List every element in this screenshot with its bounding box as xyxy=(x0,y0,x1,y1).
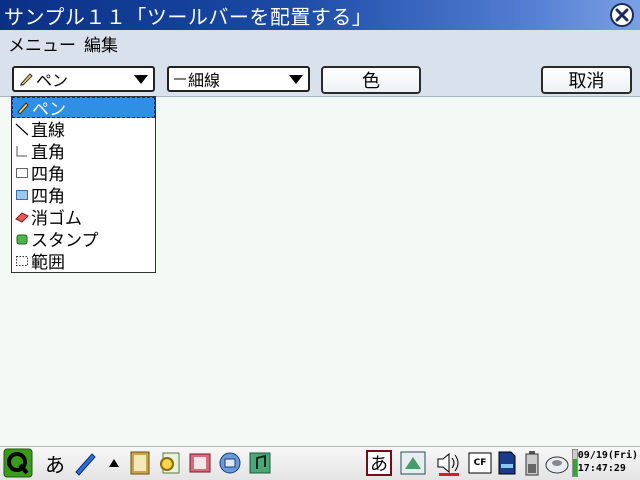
battery-indicator[interactable] xyxy=(521,449,543,477)
line-select[interactable]: 細線 xyxy=(167,66,310,92)
triangle-up-icon xyxy=(109,459,119,467)
menu-item-menu[interactable]: メニュー xyxy=(8,31,76,56)
tool-select-value: ペン xyxy=(36,71,69,90)
eraser-icon xyxy=(15,211,29,223)
volume-button[interactable] xyxy=(434,449,464,477)
close-icon xyxy=(615,8,629,22)
list-item-pen[interactable]: ペン xyxy=(12,97,155,120)
clock-date: 09/19(Fri) xyxy=(577,450,638,461)
ime-indicator[interactable]: あ xyxy=(43,449,67,477)
network-icon xyxy=(219,452,241,474)
connection-status-button[interactable] xyxy=(543,449,571,477)
cf-card-label: CF xyxy=(473,458,487,468)
line-icon xyxy=(15,123,29,135)
pen-icon xyxy=(75,453,96,476)
clock[interactable]: 09/19(Fri) 17:47:29 xyxy=(578,449,638,475)
app-launcher-3[interactable] xyxy=(186,449,214,477)
rectangle-filled-icon xyxy=(16,189,28,200)
line-select-value: 細線 xyxy=(188,71,221,90)
app-launcher-5[interactable] xyxy=(246,449,274,477)
app-launcher-1[interactable] xyxy=(126,449,154,477)
battery-icon xyxy=(525,451,539,476)
address-book-icon xyxy=(189,453,211,473)
menu-bar: メニュー 編集 xyxy=(0,30,640,57)
window-title: サンプル１１「ツールバーを配置する」 xyxy=(4,4,373,29)
chevron-down-icon xyxy=(289,75,303,84)
keyboard-icon xyxy=(400,451,426,475)
cancel-button[interactable]: 取消 xyxy=(541,66,632,94)
list-item-range[interactable]: 範囲 xyxy=(12,250,155,273)
selection-range-icon xyxy=(16,255,28,266)
sd-card-indicator xyxy=(496,449,518,477)
pencil-icon xyxy=(17,101,29,115)
list-item-rectangle-outline[interactable]: 四角 xyxy=(12,162,155,185)
rectangle-outline-icon xyxy=(16,167,28,178)
title-bar: サンプル１１「ツールバーを配置する」 xyxy=(0,0,640,30)
list-item-eraser[interactable]: 消ゴム xyxy=(12,206,155,229)
list-item-stamp[interactable]: スタンプ xyxy=(12,228,155,251)
close-button[interactable] xyxy=(610,3,634,27)
tool-select[interactable]: ペン xyxy=(12,66,155,92)
start-button[interactable] xyxy=(2,448,34,478)
sd-card-icon xyxy=(498,451,516,475)
line-width-icon xyxy=(174,78,186,80)
connection-icon xyxy=(545,456,569,474)
right-angle-icon xyxy=(16,145,27,156)
clock-time: 17:47:29 xyxy=(577,463,626,474)
speaker-icon xyxy=(437,452,459,476)
list-item-rectangle-filled[interactable]: 四角 xyxy=(12,184,155,207)
expand-button[interactable] xyxy=(106,449,122,477)
color-button[interactable]: 色 xyxy=(321,66,421,94)
cf-card-indicator: CF xyxy=(467,449,493,477)
keyboard-tray-button[interactable] xyxy=(398,449,430,477)
list-item-line[interactable]: 直線 xyxy=(12,118,155,141)
taskbar: あ あ CF 09/19(Fri) 17:47:29 xyxy=(0,446,640,480)
ime-toggle-label: あ xyxy=(366,450,392,476)
tool-dropdown-list: ペン 直線 直角 四角 四角 消ゴム スタンプ 範囲 xyxy=(11,96,156,273)
pen-input-button[interactable] xyxy=(70,449,100,477)
list-item-label: 範囲 xyxy=(31,253,65,273)
notebook-icon xyxy=(130,451,150,475)
start-q-icon xyxy=(3,448,33,478)
chevron-down-icon xyxy=(134,75,148,84)
list-item-right-angle[interactable]: 直角 xyxy=(12,140,155,163)
stamp-icon xyxy=(16,234,28,244)
search-document-icon xyxy=(160,452,180,474)
pencil-icon xyxy=(20,73,33,86)
menu-item-edit[interactable]: 編集 xyxy=(84,31,118,56)
music-icon xyxy=(249,452,271,474)
ime-toggle-button[interactable]: あ xyxy=(364,449,394,477)
app-launcher-2[interactable] xyxy=(156,449,184,477)
app-launcher-4[interactable] xyxy=(216,449,244,477)
toolbar: ペン 細線 色 取消 xyxy=(0,57,640,97)
